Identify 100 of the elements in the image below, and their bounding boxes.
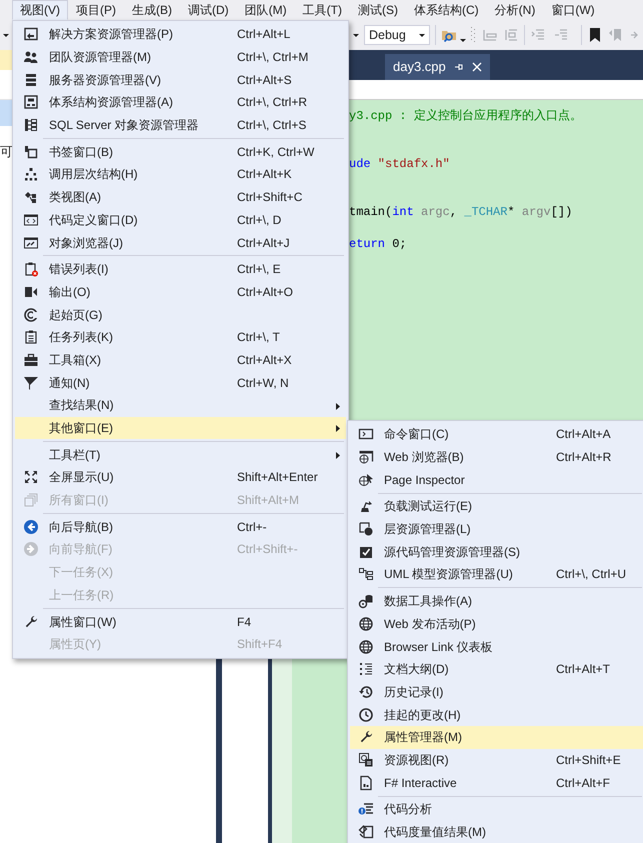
shortcut-label: Ctrl+- (237, 518, 267, 536)
menu-item[interactable]: 属性窗口(W) F4 (15, 610, 346, 633)
browser-icon (358, 449, 374, 466)
shortcut-label: F4 (237, 614, 252, 631)
menu-item[interactable]: 类视图(A) Ctrl+Shift+C (15, 186, 346, 208)
shortcut-label: Ctrl+Alt+O (237, 284, 294, 301)
menu-item[interactable]: 命令窗口(C) Ctrl+Alt+A (350, 423, 643, 446)
menu-item[interactable]: Browser Link 仪表板 (350, 635, 643, 658)
menu-item[interactable]: 数据工具操作(A) (350, 590, 643, 612)
menu-item[interactable]: 对象浏览器(J) Ctrl+Alt+J (15, 231, 346, 254)
shortcut-label: Ctrl+Shift+E (556, 752, 621, 769)
shortcut-label: Ctrl+Alt+K (237, 166, 292, 184)
toolbox-icon (23, 352, 39, 368)
menu-item[interactable]: 工具栏(T) (15, 443, 346, 466)
shortcut-label: Ctrl+\, T (237, 329, 280, 346)
menu-item[interactable]: 团队资源管理器(M) Ctrl+\, Ctrl+M (15, 46, 346, 68)
code-window-icon (23, 212, 39, 228)
code-line: eturn 0; (349, 236, 407, 252)
caret-icon (352, 32, 360, 38)
menu-bar-item[interactable]: 测试(S) (350, 0, 406, 20)
outline-icon (358, 661, 374, 678)
diagram-icon (23, 94, 39, 110)
shortcut-label: Ctrl+\, E (237, 261, 281, 278)
shortcut-label: Ctrl+\, D (237, 212, 282, 229)
tree-icon (23, 117, 39, 134)
funnel-icon (23, 374, 39, 391)
layer-icon (358, 521, 374, 538)
menu-bar-item[interactable]: 工具(T) (294, 0, 350, 20)
menu-item[interactable]: UML 模型资源管理器(U) Ctrl+\, Ctrl+U (350, 563, 643, 586)
database-icon (358, 593, 374, 610)
caret-icon (459, 37, 467, 43)
shortcut-label: Ctrl+Alt+T (556, 661, 610, 678)
clipboard-icon (23, 329, 39, 346)
start-page-icon (23, 306, 39, 323)
shortcut-label: Ctrl+Alt+F (556, 774, 610, 792)
menu-bar-item[interactable]: 视图(V) (12, 0, 68, 20)
shortcut-label: Ctrl+Alt+A (556, 426, 611, 444)
menu-item[interactable]: 负载测试运行(E) (350, 495, 643, 518)
menu-item[interactable]: 历史记录(I) (350, 680, 643, 704)
menu-item[interactable]: 错误列表(I) Ctrl+\, E (15, 258, 346, 281)
history-icon (358, 684, 374, 700)
menu-bar-item[interactable]: 体系结构(C) (406, 0, 487, 20)
class-icon (23, 189, 39, 206)
menu-item[interactable]: 层资源管理器(L) (350, 518, 643, 540)
caret-icon (418, 32, 426, 38)
menu-item[interactable]: 任务列表(K) Ctrl+\, T (15, 326, 346, 349)
shortcut-label: Ctrl+\, Ctrl+R (237, 94, 308, 112)
menu-item[interactable]: 向后导航(B) Ctrl+- (15, 515, 346, 538)
globe-cursor-icon (358, 472, 374, 488)
menu-item[interactable]: 工具箱(X) Ctrl+Alt+X (15, 348, 346, 372)
shortcut-label: Shift+Alt+M (237, 492, 300, 510)
menu-bar-item[interactable]: 项目(P) (68, 0, 124, 20)
menu-item[interactable]: Page Inspector (350, 468, 643, 492)
shortcut-label: Ctrl+\, Ctrl+M (237, 49, 308, 66)
menu-item[interactable]: 代码度量值结果(M) (350, 820, 643, 843)
menu-bar-item[interactable]: 生成(B) (124, 0, 180, 20)
menu-item[interactable]: F# Interactive Ctrl+Alt+F (350, 771, 643, 794)
shortcut-label: Ctrl+W, N (237, 374, 289, 392)
menu-item[interactable]: 起始页(G) (15, 303, 346, 326)
menu-item[interactable]: 解决方案资源管理器(P) Ctrl+Alt+L (15, 23, 346, 46)
configuration-dropdown[interactable]: Debug (364, 25, 430, 45)
menu-item[interactable]: 服务器资源管理器(V) Ctrl+Alt+S (15, 68, 346, 92)
menu-item[interactable]: 挂起的更改(H) (350, 703, 643, 726)
outdent-icon (503, 27, 519, 43)
clipboard-error-icon (23, 261, 39, 278)
caret-icon (2, 32, 10, 38)
windows-icon (23, 492, 39, 508)
menu-bar-item[interactable]: 团队(M) (236, 0, 295, 20)
menu-item[interactable]: 输出(O) Ctrl+Alt+O (15, 280, 346, 304)
uml-icon (358, 566, 374, 582)
menu-bar-item[interactable]: 调试(D) (180, 0, 237, 20)
menu-item[interactable]: 源代码管理资源管理器(S) (350, 540, 643, 564)
previous-bookmark-icon (608, 27, 624, 43)
people-icon (23, 49, 39, 66)
editor-tab[interactable]: day3.cpp (385, 54, 490, 80)
code-line: tmain(int argc, _TCHAR* argv[]) (349, 204, 572, 220)
menu-bar-item[interactable]: 窗口(W) (543, 0, 603, 20)
menu-item[interactable]: 通知(N) Ctrl+W, N (15, 371, 346, 394)
menu-item[interactable]: SQL Server 对象资源管理器 Ctrl+\, Ctrl+S (15, 114, 346, 136)
menu-item[interactable]: Web 浏览器(B) Ctrl+Alt+R (350, 446, 643, 468)
load-test-icon (358, 498, 374, 514)
menu-bar-item[interactable]: 分析(N) (486, 0, 544, 20)
shortcut-label: Ctrl+\, Ctrl+U (556, 566, 626, 584)
close-icon (472, 62, 482, 72)
menu-item[interactable]: 体系结构资源管理器(A) Ctrl+\, Ctrl+R (15, 91, 346, 114)
menu-item[interactable]: 书签窗口(B) Ctrl+K, Ctrl+W (15, 140, 346, 164)
shortcut-label: Ctrl+Alt+X (237, 352, 292, 369)
menu-item[interactable]: 调用层次结构(H) Ctrl+Alt+K (15, 163, 346, 186)
globe-icon (358, 616, 374, 632)
menu-item[interactable]: 文档大纲(D) Ctrl+Alt+T (350, 658, 643, 681)
menu-item[interactable]: 全屏显示(U) Shift+Alt+Enter (15, 466, 346, 489)
menu-item[interactable]: Web 发布活动(P) (350, 612, 643, 636)
menu-item[interactable]: 属性管理器(M) (350, 726, 643, 749)
menu-item[interactable]: 代码定义窗口(D) Ctrl+\, D (15, 208, 346, 232)
shortcut-label: Ctrl+Alt+L (237, 26, 290, 44)
menu-item[interactable]: 资源视图(R) Ctrl+Shift+E (350, 748, 643, 772)
clock-icon (358, 706, 374, 723)
menu-item[interactable]: 查找结果(N) (15, 394, 346, 417)
menu-item[interactable]: 其他窗口(E) (15, 416, 346, 440)
menu-item[interactable]: 代码分析 (350, 798, 643, 821)
